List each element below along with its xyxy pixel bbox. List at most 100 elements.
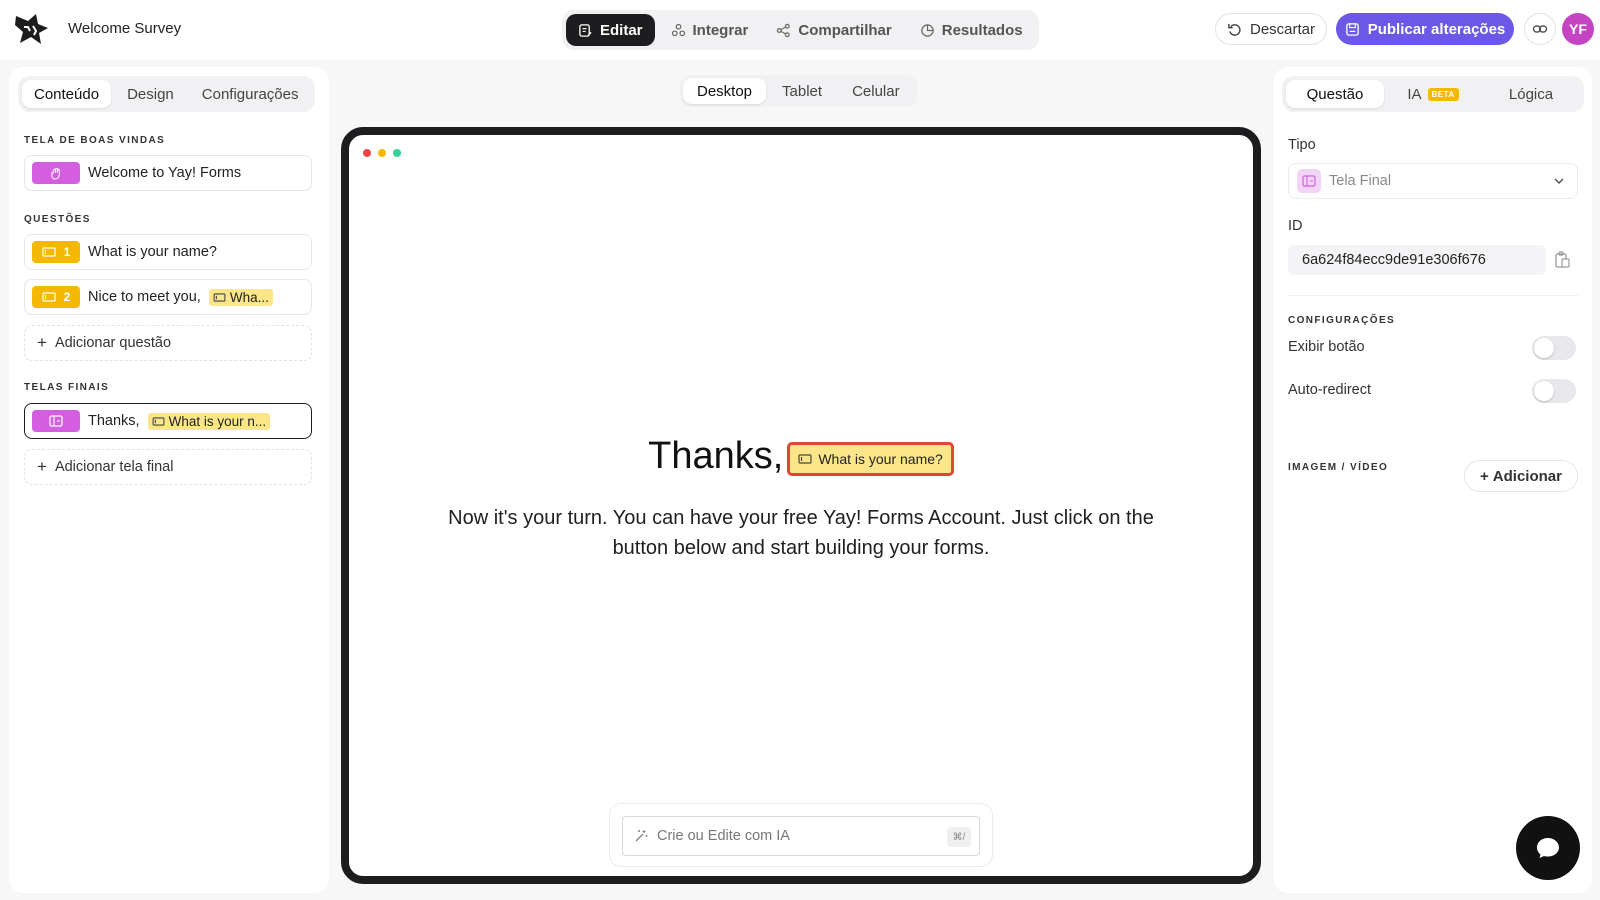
add-question-label: Adicionar questão <box>54 335 172 351</box>
question-tag: 1 <box>32 241 80 263</box>
short-text-icon <box>152 416 165 426</box>
preview-title-text: Thanks, <box>648 435 784 477</box>
auto-redirect-label: Auto-redirect <box>1288 382 1372 398</box>
tab-logic-label: Lógica <box>1508 85 1554 103</box>
recall-chip: Wha... <box>208 288 273 306</box>
discard-button[interactable]: Descartar <box>1215 13 1327 45</box>
short-text-icon <box>213 292 226 302</box>
tab-content[interactable]: Conteúdo <box>22 80 112 108</box>
mode-results-label: Resultados <box>941 21 1023 39</box>
dot-red <box>363 149 371 157</box>
preview-frame: Thanks, What is your name? Now it's your… <box>341 127 1261 884</box>
divider <box>1288 295 1578 296</box>
mode-share-label: Compartilhar <box>798 21 892 39</box>
add-media-label: Adicionar <box>1492 467 1562 485</box>
mode-results[interactable]: Resultados <box>908 14 1035 46</box>
ending-type-icon <box>1297 169 1321 193</box>
device-tab-tablet[interactable]: Tablet <box>768 78 836 104</box>
welcome-item-label: Welcome to Yay! Forms <box>88 165 242 181</box>
user-avatar[interactable]: YF <box>1562 13 1594 45</box>
properties-panel: Questão IA BETA Lógica Tipo Tela Final I… <box>1274 67 1592 893</box>
id-field[interactable]: 6a624f84ecc9de91e306f676 <box>1288 245 1546 275</box>
question-tag: 2 <box>32 286 80 308</box>
endings-section-heading: TELAS FINAIS <box>24 382 110 393</box>
tab-settings[interactable]: Configurações <box>190 80 311 108</box>
ai-placeholder: Crie ou Edite com IA <box>657 828 790 844</box>
share-icon <box>777 23 791 37</box>
edit-icon <box>579 23 592 37</box>
ending-tag <box>32 410 80 432</box>
welcome-tag <box>32 162 80 184</box>
publish-label: Publicar alterações <box>1367 20 1506 38</box>
question-number: 1 <box>63 245 71 259</box>
chat-bubble-icon <box>1537 838 1559 858</box>
preview-recall-chip[interactable]: What is your name? <box>787 441 954 476</box>
chevron-down-icon <box>1554 178 1564 185</box>
tab-question[interactable]: Questão <box>1286 80 1384 108</box>
top-bar: Welcome Survey Editar Integrar Compartil… <box>0 0 1600 60</box>
short-text-icon <box>798 453 812 464</box>
device-tab-desktop[interactable]: Desktop <box>683 78 767 104</box>
mode-share[interactable]: Compartilhar <box>764 14 903 46</box>
preview-body-text[interactable]: Now it's your turn. You can have your fr… <box>439 503 1163 563</box>
mode-integrate[interactable]: Integrar <box>659 14 761 46</box>
auto-redirect-toggle[interactable] <box>1532 379 1576 403</box>
preview-title[interactable]: Thanks, What is your name? <box>349 435 1253 478</box>
plus-icon: + <box>37 333 47 352</box>
mode-edit-label: Editar <box>600 21 643 39</box>
beta-badge: BETA <box>1427 87 1459 101</box>
question-item-1[interactable]: 1 What is your name? <box>24 234 312 270</box>
copy-link-button[interactable] <box>1524 13 1556 45</box>
ending-screen-item[interactable]: Thanks, What is your n... <box>24 403 312 439</box>
content-panel: Conteúdo Design Configurações TELA DE BO… <box>9 67 329 893</box>
dot-green <box>393 149 401 157</box>
media-heading: IMAGEM / VÍDEO <box>1288 462 1389 473</box>
plus-icon: + <box>37 457 47 476</box>
recall-chip: What is your n... <box>147 412 271 430</box>
ai-prompt-input[interactable]: Crie ou Edite com IA ⌘/ <box>622 816 980 856</box>
mode-edit[interactable]: Editar <box>566 14 655 46</box>
device-tab-mobile[interactable]: Celular <box>838 78 914 104</box>
tab-question-label: Questão <box>1306 85 1364 103</box>
magic-wand-icon <box>635 830 648 842</box>
tab-logic[interactable]: Lógica <box>1482 80 1580 108</box>
yay-forms-logo[interactable] <box>14 12 50 46</box>
question-number: 2 <box>63 290 71 304</box>
recall-chip-label: What is your n... <box>168 413 267 429</box>
recall-chip-label: Wha... <box>229 289 269 305</box>
right-tabs: Questão IA BETA Lógica <box>1282 76 1584 112</box>
chat-support-button[interactable] <box>1516 816 1580 880</box>
tab-design[interactable]: Design <box>115 80 186 108</box>
left-tabs: Conteúdo Design Configurações <box>18 76 315 112</box>
questions-section-heading: QUESTÕES <box>24 214 91 225</box>
add-media-button[interactable]: + Adicionar <box>1464 460 1578 492</box>
link-icon <box>1532 25 1548 33</box>
dot-yellow <box>378 149 386 157</box>
welcome-screen-item[interactable]: Welcome to Yay! Forms <box>24 155 312 191</box>
integrate-icon <box>671 23 685 36</box>
plus-icon: + <box>1480 467 1489 485</box>
save-icon <box>1345 22 1359 36</box>
tab-ai[interactable]: IA BETA <box>1384 80 1482 108</box>
question-item-2[interactable]: 2 Nice to meet you, Wha... <box>24 279 312 315</box>
type-select[interactable]: Tela Final <box>1288 163 1578 199</box>
publish-button[interactable]: Publicar alterações <box>1336 13 1514 45</box>
settings-heading: CONFIGURAÇÕES <box>1288 315 1396 326</box>
add-ending-label: Adicionar tela final <box>54 459 174 475</box>
type-label: Tipo <box>1288 137 1316 153</box>
exit-icon <box>49 415 63 427</box>
short-text-icon <box>42 247 56 257</box>
results-icon <box>921 23 934 37</box>
discard-label: Descartar <box>1249 20 1316 38</box>
mode-switcher: Editar Integrar Compartilhar Resultados <box>562 10 1039 50</box>
add-question-button[interactable]: + Adicionar questão <box>24 325 312 361</box>
welcome-section-heading: TELA DE BOAS VINDAS <box>24 135 166 146</box>
clipboard-icon[interactable] <box>1554 251 1570 269</box>
show-button-label: Exibir botão <box>1288 339 1365 355</box>
show-button-toggle[interactable] <box>1532 336 1576 360</box>
undo-icon <box>1228 23 1241 36</box>
id-label: ID <box>1288 218 1303 234</box>
ending-item-label: Thanks, <box>88 413 140 429</box>
add-ending-button[interactable]: + Adicionar tela final <box>24 449 312 485</box>
form-title[interactable]: Welcome Survey <box>68 20 181 37</box>
